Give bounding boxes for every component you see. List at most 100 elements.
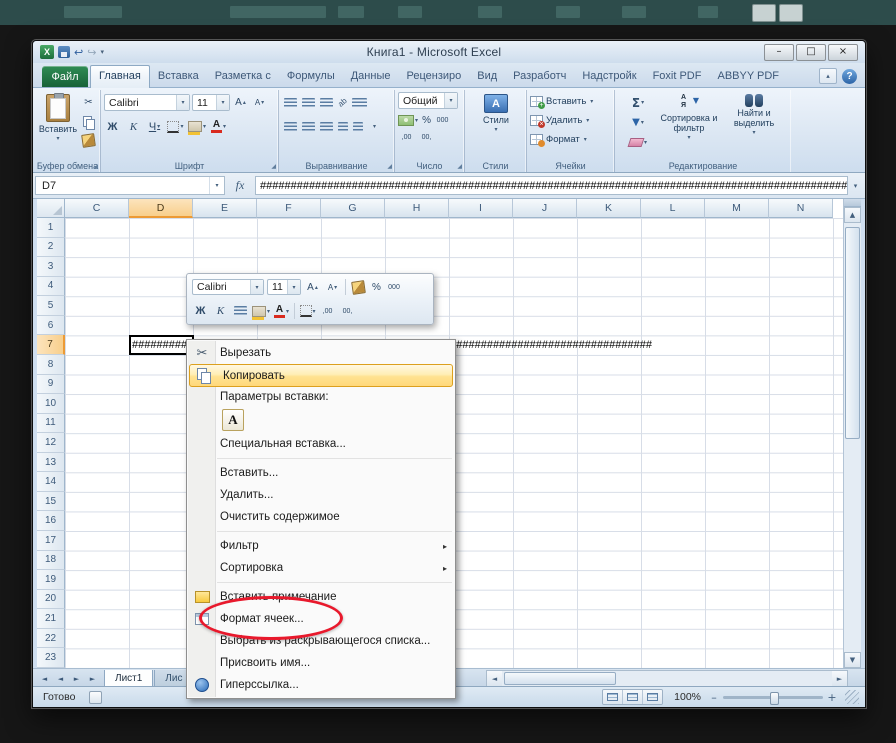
align-middle-icon[interactable] (302, 98, 315, 108)
italic-button[interactable]: К (125, 118, 142, 135)
percent-style-button[interactable]: % (420, 112, 433, 129)
comma-style-button[interactable]: 000 (435, 112, 450, 129)
dialog-launcher-icon[interactable]: ◢ (457, 164, 462, 170)
font-color-button[interactable]: А▾ (210, 118, 227, 135)
minimize-button[interactable]: – (764, 44, 794, 61)
resize-grip[interactable] (845, 690, 859, 704)
row-header[interactable]: 22 (37, 629, 65, 649)
row-header[interactable]: 12 (37, 433, 65, 453)
close-button[interactable]: × (828, 44, 858, 61)
ribbon-tab[interactable]: Главная (90, 65, 150, 88)
context-menu-item[interactable]: Фильтр ▸ (187, 535, 455, 557)
number-format-select[interactable]: Общий ▾ (398, 92, 458, 109)
underline-button[interactable]: Ч▾ (146, 118, 163, 135)
find-select-button[interactable]: Найти и выделить ▾ (722, 92, 786, 158)
ribbon-tab[interactable]: Вид (469, 66, 505, 87)
ribbon-tab[interactable]: Разработч (505, 66, 574, 87)
context-menu-item[interactable]: Удалить... ▸ (187, 484, 455, 506)
align-left-icon[interactable] (284, 122, 297, 132)
styles-button[interactable]: А Стили ▾ (468, 92, 524, 133)
ribbon-tab[interactable]: ABBYY PDF (709, 66, 787, 87)
vertical-scroll-thumb[interactable] (845, 227, 860, 439)
context-menu-item[interactable]: Сортировка ▸ (187, 557, 455, 579)
sheet-tab[interactable]: Лист1 (104, 670, 153, 688)
scroll-down-icon[interactable]: ▼ (844, 652, 861, 668)
column-header[interactable]: C (65, 199, 129, 218)
help-icon[interactable]: ? (842, 69, 857, 84)
context-menu-item[interactable]: Очистить содержимое ▸ (187, 506, 455, 528)
previous-sheet-button[interactable]: ◄ (53, 671, 68, 686)
mini-decrease-decimal-button[interactable]: 00, (339, 303, 356, 320)
zoom-in-icon[interactable]: + (827, 691, 837, 704)
column-header[interactable]: F (257, 199, 321, 218)
row-header[interactable]: 9 (37, 375, 65, 395)
context-menu-item[interactable]: Копировать ▸ (189, 364, 453, 387)
grow-font-button[interactable]: А▴ (232, 94, 249, 111)
mini-grow-font-button[interactable]: А▴ (304, 279, 321, 296)
scroll-left-icon[interactable]: ◄ (487, 671, 502, 686)
ribbon-tab[interactable]: Рецензиро (398, 66, 469, 87)
delete-cells-button[interactable]: × Удалить ▾ (530, 111, 612, 130)
dialog-launcher-icon[interactable]: ◢ (93, 164, 98, 170)
context-menu-item[interactable]: ▸ (187, 455, 455, 462)
row-header[interactable]: 8 (37, 355, 65, 375)
copy-button[interactable] (80, 113, 97, 130)
mini-shrink-font-button[interactable]: А▾ (324, 279, 341, 296)
horizontal-scroll-thumb[interactable] (504, 672, 616, 685)
minimize-ribbon-icon[interactable]: ▴ (819, 68, 837, 84)
row-header[interactable]: 10 (37, 394, 65, 414)
ribbon-tab[interactable]: Данные (343, 66, 399, 87)
mini-percent-button[interactable]: % (370, 279, 383, 296)
ribbon-tab[interactable]: Вставка (150, 66, 207, 87)
row-header[interactable]: 18 (37, 551, 65, 571)
paste-button[interactable]: Вставить ▾ (38, 92, 78, 149)
context-menu-item[interactable]: A ▸ (187, 407, 455, 433)
mini-font-color-button[interactable]: А▾ (273, 303, 290, 320)
horizontal-scrollbar[interactable]: ◄ ► (486, 670, 848, 687)
mini-increase-decimal-button[interactable]: ,00 (319, 303, 336, 320)
mini-italic-button[interactable]: К (212, 303, 229, 320)
last-sheet-button[interactable]: ► (85, 671, 100, 686)
formula-input[interactable]: ########################################… (255, 176, 848, 195)
column-header[interactable]: H (385, 199, 449, 218)
column-header[interactable]: J (513, 199, 577, 218)
align-center-icon[interactable] (302, 122, 315, 132)
name-box[interactable]: D7 ▾ (35, 176, 225, 195)
zoom-level[interactable]: 100% (671, 691, 701, 703)
mini-center-button[interactable] (232, 303, 249, 320)
column-header[interactable]: L (641, 199, 705, 218)
decrease-decimal-button[interactable]: 00, (418, 131, 435, 144)
mini-font-name-select[interactable]: Calibri ▾ (192, 279, 264, 295)
row-header[interactable]: 21 (37, 609, 65, 629)
shrink-font-button[interactable]: А▾ (251, 94, 268, 111)
mini-format-painter-button[interactable] (350, 279, 367, 296)
align-bottom-icon[interactable] (320, 98, 333, 108)
first-sheet-button[interactable]: ◄ (37, 671, 52, 686)
ribbon-tab[interactable]: Foxit PDF (645, 66, 710, 87)
row-header[interactable]: 14 (37, 472, 65, 492)
dialog-launcher-icon[interactable]: ◢ (271, 164, 276, 170)
normal-view-button[interactable] (603, 690, 623, 704)
cut-button[interactable]: ✂ (80, 94, 97, 111)
expand-formula-bar-icon[interactable]: ▾ (848, 182, 863, 190)
format-painter-button[interactable] (80, 132, 97, 149)
row-header[interactable]: 3 (37, 257, 65, 277)
maximize-button[interactable]: □ (796, 44, 826, 61)
dialog-launcher-icon[interactable]: ◢ (387, 164, 392, 170)
mini-bold-button[interactable]: Ж (192, 303, 209, 320)
row-header[interactable]: 20 (37, 590, 65, 610)
redo-button[interactable]: ↪ (87, 47, 96, 58)
mini-font-size-select[interactable]: 11 ▾ (267, 279, 301, 295)
mini-fill-color-button[interactable]: ▾ (252, 303, 270, 320)
accounting-format-button[interactable]: ▾ (398, 112, 418, 129)
increase-decimal-button[interactable]: ,00 (398, 131, 415, 144)
column-header[interactable]: E (193, 199, 257, 218)
ribbon-tab[interactable]: Надстройк (574, 66, 644, 87)
context-menu-item[interactable]: Присвоить имя... ▸ (187, 652, 455, 674)
context-menu-item[interactable]: ▸ (187, 579, 455, 586)
merge-center-button[interactable]: ▾ (368, 118, 380, 135)
clear-button[interactable]: ▾ (620, 134, 656, 151)
mini-borders-button[interactable]: ▾ (299, 303, 316, 320)
font-name-select[interactable]: Calibri ▾ (104, 94, 190, 111)
context-menu-item[interactable]: Параметры вставки: ▸ (187, 387, 455, 407)
